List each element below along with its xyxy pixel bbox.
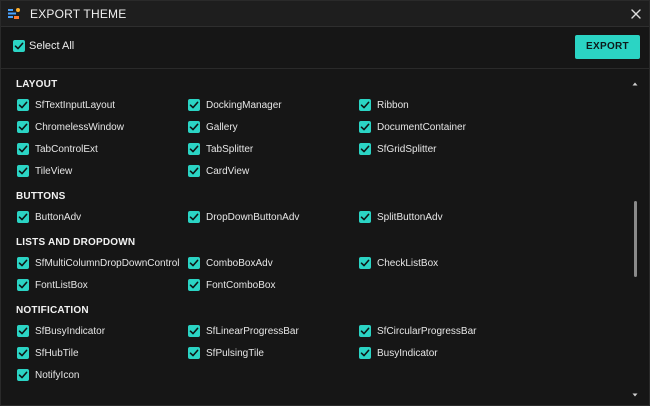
component-label: FontComboBox	[206, 280, 276, 291]
component-label: CardView	[206, 166, 250, 177]
component-label: CheckListBox	[377, 258, 439, 269]
component-label: TabSplitter	[206, 144, 254, 155]
component-checkbox[interactable]	[188, 165, 200, 177]
component-checkbox[interactable]	[188, 211, 200, 223]
window-title: EXPORT THEME	[30, 7, 127, 21]
component-label: BusyIndicator	[377, 348, 438, 359]
component-checkbox[interactable]	[359, 257, 371, 269]
component-checkbox[interactable]	[359, 211, 371, 223]
component-label: SplitButtonAdv	[377, 212, 443, 223]
component-label: SfPulsingTile	[206, 348, 264, 359]
component-label: ButtonAdv	[35, 212, 82, 223]
close-icon[interactable]	[627, 5, 645, 23]
component-label: SfBusyIndicator	[35, 326, 106, 337]
export-button[interactable]: EXPORT	[575, 35, 640, 59]
component-label: DocumentContainer	[377, 122, 466, 133]
component-checkbox[interactable]	[17, 347, 29, 359]
component-checkbox[interactable]	[17, 143, 29, 155]
export-theme-dialog: EXPORT THEME Select All EXPORT LAYOUT SfT…	[0, 0, 650, 406]
component-label: Gallery	[206, 122, 238, 133]
scroll-thumb[interactable]	[634, 201, 637, 277]
component-list: LAYOUT SfTextInputLayout DockingManager Rib…	[1, 69, 629, 399]
component-label: SfCircularProgressBar	[377, 326, 477, 337]
component-label: SfHubTile	[35, 348, 79, 359]
component-checkbox[interactable]	[359, 99, 371, 111]
component-checkbox[interactable]	[17, 369, 29, 381]
component-checkbox[interactable]	[359, 347, 371, 359]
component-label: NotifyIcon	[35, 370, 80, 381]
component-label: TileView	[35, 166, 73, 177]
component-checkbox[interactable]	[17, 211, 29, 223]
component-checkbox[interactable]	[17, 279, 29, 291]
component-label: DropDownButtonAdv	[206, 212, 300, 223]
component-checkbox[interactable]	[188, 325, 200, 337]
component-checkbox[interactable]	[359, 325, 371, 337]
component-checkbox[interactable]	[359, 121, 371, 133]
scroll-down-arrow-icon[interactable]	[631, 386, 639, 397]
scroll-up-arrow-icon[interactable]	[631, 75, 639, 86]
component-label: SfTextInputLayout	[35, 100, 116, 111]
component-checkbox[interactable]	[188, 143, 200, 155]
select-all-label: Select All	[29, 40, 75, 52]
section-title: LISTS AND DROPDOWN	[16, 237, 136, 248]
title-bar: EXPORT THEME	[1, 1, 649, 27]
section-title: LAYOUT	[16, 79, 58, 90]
component-label: TabControlExt	[35, 144, 98, 155]
component-label: SfGridSplitter	[377, 144, 437, 155]
component-checkbox[interactable]	[188, 121, 200, 133]
component-label: SfLinearProgressBar	[206, 326, 299, 337]
component-checkbox[interactable]	[17, 99, 29, 111]
select-all-checkbox[interactable]	[13, 40, 25, 52]
component-checkbox[interactable]	[188, 257, 200, 269]
section-title: BUTTONS	[16, 191, 66, 202]
component-label: SfMultiColumnDropDownControl	[35, 258, 180, 269]
component-checkbox[interactable]	[188, 279, 200, 291]
component-label: ChromelessWindow	[35, 122, 124, 133]
component-label: FontListBox	[35, 280, 88, 291]
component-checkbox[interactable]	[17, 165, 29, 177]
component-label: DockingManager	[206, 100, 282, 111]
component-checkbox[interactable]	[17, 325, 29, 337]
section-title: NOTIFICATION	[16, 305, 89, 316]
app-logo-icon	[7, 7, 21, 21]
component-checkbox[interactable]	[188, 347, 200, 359]
vertical-scrollbar[interactable]	[630, 73, 640, 397]
component-checkbox[interactable]	[359, 143, 371, 155]
component-checkbox[interactable]	[17, 121, 29, 133]
component-label: ComboBoxAdv	[206, 258, 273, 269]
component-checkbox[interactable]	[17, 257, 29, 269]
component-label: Ribbon	[377, 100, 409, 111]
component-checkbox[interactable]	[188, 99, 200, 111]
